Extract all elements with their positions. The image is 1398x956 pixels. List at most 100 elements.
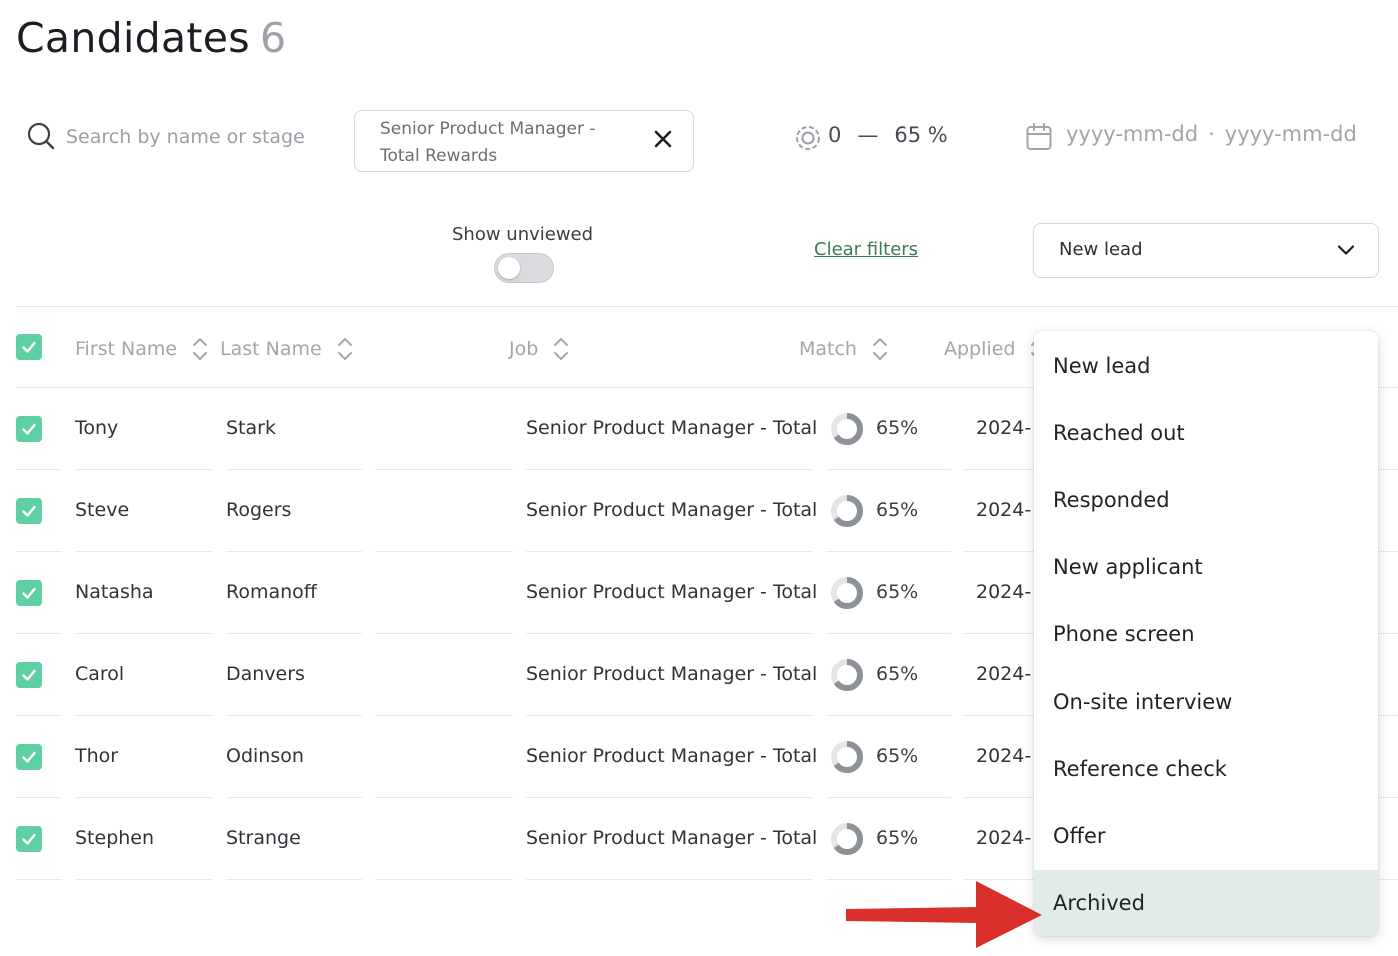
cell-applied: 2024-	[976, 417, 1032, 439]
row-checkbox[interactable]	[16, 416, 42, 442]
row-divider	[526, 715, 813, 716]
cell-first-name[interactable]: Stephen	[75, 827, 154, 849]
row-divider	[16, 715, 62, 716]
stage-option-on-site-interview[interactable]: On-site interview	[1034, 668, 1378, 735]
match-range[interactable]: 0 — 65 %	[828, 123, 948, 147]
row-divider	[16, 551, 62, 552]
annotation-arrow	[846, 881, 1042, 948]
match-donut-icon	[831, 495, 863, 527]
cell-last-name[interactable]: Danvers	[226, 663, 305, 685]
row-divider	[826, 633, 951, 634]
check-icon	[22, 833, 36, 845]
date-range[interactable]: yyyy-mm-dd · yyyy-mm-dd	[1066, 122, 1357, 146]
row-checkbox[interactable]	[16, 498, 42, 524]
row-checkbox[interactable]	[16, 744, 42, 770]
sort-icon	[554, 338, 569, 360]
column-header-job[interactable]: Job	[509, 335, 570, 363]
toggle-knob	[498, 257, 520, 279]
column-header-label: Last Name	[220, 338, 322, 360]
calendar-icon	[1026, 123, 1052, 150]
row-checkbox[interactable]	[16, 826, 42, 852]
column-header-label: First Name	[75, 338, 178, 360]
check-icon	[22, 751, 36, 763]
row-divider	[375, 633, 513, 634]
stage-select-value: New lead	[1059, 239, 1143, 260]
sort-icon	[193, 338, 208, 360]
row-divider	[526, 633, 813, 634]
show-unviewed-toggle[interactable]	[494, 253, 554, 283]
column-header-last-name[interactable]: Last Name	[220, 335, 354, 363]
row-divider	[16, 469, 62, 470]
cell-match: 65%	[876, 827, 919, 849]
row-divider	[16, 633, 62, 634]
search-input[interactable]	[66, 122, 336, 152]
cell-last-name[interactable]: Strange	[226, 827, 301, 849]
select-all-checkbox[interactable]	[16, 334, 42, 360]
stage-option-new-applicant[interactable]: New applicant	[1034, 534, 1378, 601]
cell-last-name[interactable]: Romanoff	[226, 581, 317, 603]
match-donut-icon	[831, 413, 863, 445]
row-divider	[826, 715, 951, 716]
row-divider	[826, 797, 951, 798]
match-max[interactable]: 65 %	[894, 123, 947, 147]
match-range-dash: —	[857, 123, 879, 147]
row-divider	[226, 879, 362, 880]
row-divider	[375, 797, 513, 798]
row-divider	[16, 797, 62, 798]
stage-option-archived[interactable]: Archived	[1034, 869, 1378, 936]
row-divider	[375, 715, 513, 716]
cell-first-name[interactable]: Natasha	[75, 581, 154, 603]
cell-last-name[interactable]: Odinson	[226, 745, 304, 767]
cell-first-name[interactable]: Thor	[75, 745, 118, 767]
column-header-first-name[interactable]: First Name	[75, 335, 209, 363]
row-divider	[526, 879, 813, 880]
match-donut-icon	[831, 741, 863, 773]
row-divider	[375, 469, 513, 470]
close-icon[interactable]	[649, 125, 677, 153]
stage-option-phone-screen[interactable]: Phone screen	[1034, 601, 1378, 668]
cell-first-name[interactable]: Steve	[75, 499, 129, 521]
check-icon	[22, 505, 36, 517]
row-checkbox[interactable]	[16, 662, 42, 688]
clear-filters-link[interactable]: Clear filters	[814, 239, 918, 260]
show-unviewed-label: Show unviewed	[452, 224, 594, 245]
stage-option-offer[interactable]: Offer	[1034, 802, 1378, 869]
cell-match: 65%	[876, 663, 919, 685]
stage-option-reference-check[interactable]: Reference check	[1034, 735, 1378, 802]
date-separator: ·	[1208, 122, 1215, 146]
column-header-match[interactable]: Match	[799, 335, 889, 363]
row-divider	[75, 551, 213, 552]
date-end-input[interactable]: yyyy-mm-dd	[1225, 122, 1357, 146]
stage-option-new-lead[interactable]: New lead	[1034, 332, 1378, 399]
check-icon	[22, 423, 36, 435]
cell-last-name[interactable]: Rogers	[226, 499, 291, 521]
column-header-label: Match	[799, 338, 857, 360]
cell-applied: 2024-	[976, 745, 1032, 767]
match-donut-icon	[831, 577, 863, 609]
cell-first-name[interactable]: Tony	[75, 417, 118, 439]
check-icon	[22, 587, 36, 599]
stage-select[interactable]: New lead	[1033, 223, 1379, 278]
row-checkbox[interactable]	[16, 580, 42, 606]
date-start-input[interactable]: yyyy-mm-dd	[1066, 122, 1198, 146]
row-divider	[75, 715, 213, 716]
match-score-icon	[796, 126, 820, 150]
stage-option-reached-out[interactable]: Reached out	[1034, 399, 1378, 466]
stage-dropdown-menu: New lead Reached out Responded New applican…	[1034, 331, 1378, 936]
row-divider	[226, 633, 362, 634]
cell-first-name[interactable]: Carol	[75, 663, 124, 685]
row-divider	[226, 551, 362, 552]
row-divider	[226, 715, 362, 716]
job-filter-chip[interactable]: Senior Product Manager - Total Rewards	[354, 110, 694, 172]
cell-job: Senior Product Manager - Total	[526, 417, 818, 439]
column-header-applied[interactable]: Applied	[944, 335, 1047, 363]
check-icon	[22, 341, 36, 353]
row-divider	[375, 879, 513, 880]
cell-job: Senior Product Manager - Total	[526, 745, 818, 767]
job-filter-label: Senior Product Manager - Total Rewards	[380, 119, 596, 166]
page-title: Candidates 6	[16, 14, 286, 62]
cell-job: Senior Product Manager - Total	[526, 499, 818, 521]
stage-option-responded[interactable]: Responded	[1034, 466, 1378, 533]
cell-last-name[interactable]: Stark	[226, 417, 276, 439]
match-min[interactable]: 0	[828, 123, 841, 147]
